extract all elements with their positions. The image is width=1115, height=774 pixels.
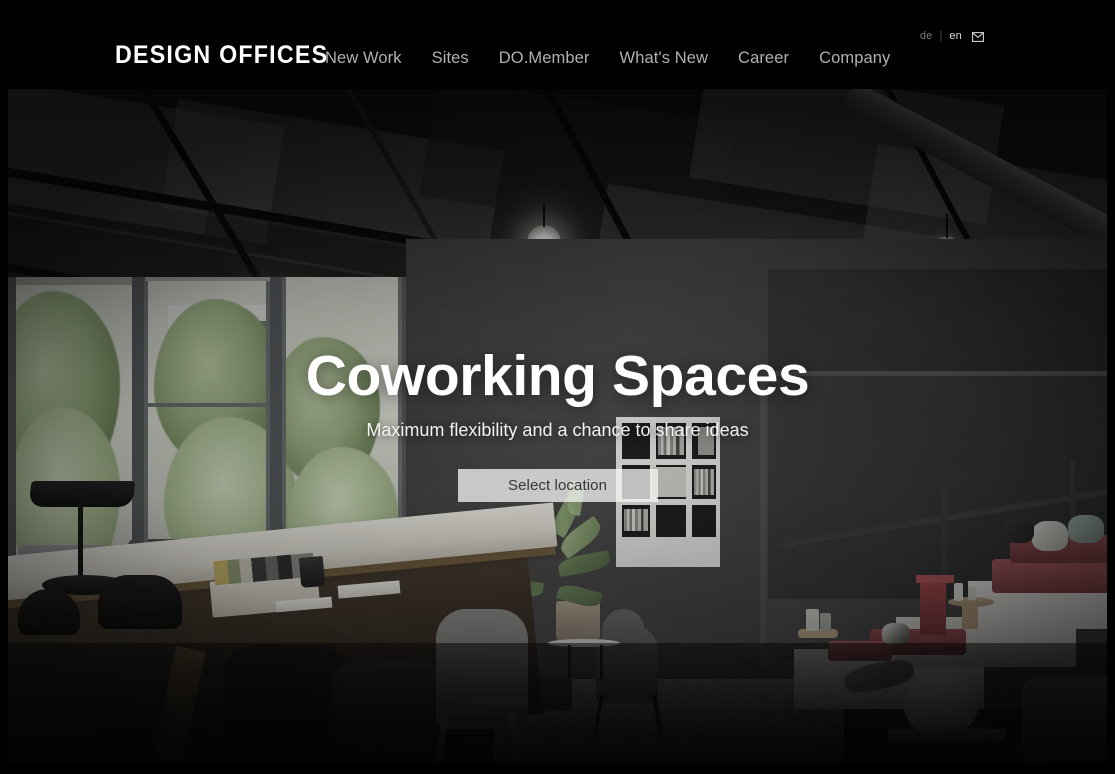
nav-item-new-work[interactable]: New Work xyxy=(325,47,402,70)
nav-item-whats-new[interactable]: What's New xyxy=(620,47,709,70)
hero-section: Coworking Spaces Maximum flexibility and… xyxy=(8,89,1107,763)
site-logo[interactable]: DESIGN OFFICES xyxy=(115,43,328,68)
nav-item-sites[interactable]: Sites xyxy=(432,47,469,70)
nav-item-do-member[interactable]: DO.Member xyxy=(499,47,590,70)
nav-item-career[interactable]: Career xyxy=(738,47,789,70)
page-title: Coworking Spaces xyxy=(305,344,810,408)
main-navigation: New Work Sites DO.Member What's New Care… xyxy=(325,47,890,70)
hero-copy: Coworking Spaces Maximum flexibility and… xyxy=(8,344,1107,502)
site-header: de | en DESIGN OFFICES New Work Sites DO… xyxy=(0,0,1115,89)
hero-subtitle: Maximum flexibility and a chance to shar… xyxy=(366,420,749,441)
header-row: DESIGN OFFICES New Work Sites DO.Member … xyxy=(0,0,1115,89)
nav-item-company[interactable]: Company xyxy=(819,47,890,70)
page-root: de | en DESIGN OFFICES New Work Sites DO… xyxy=(0,0,1115,774)
select-location-button[interactable]: Select location xyxy=(457,468,658,502)
